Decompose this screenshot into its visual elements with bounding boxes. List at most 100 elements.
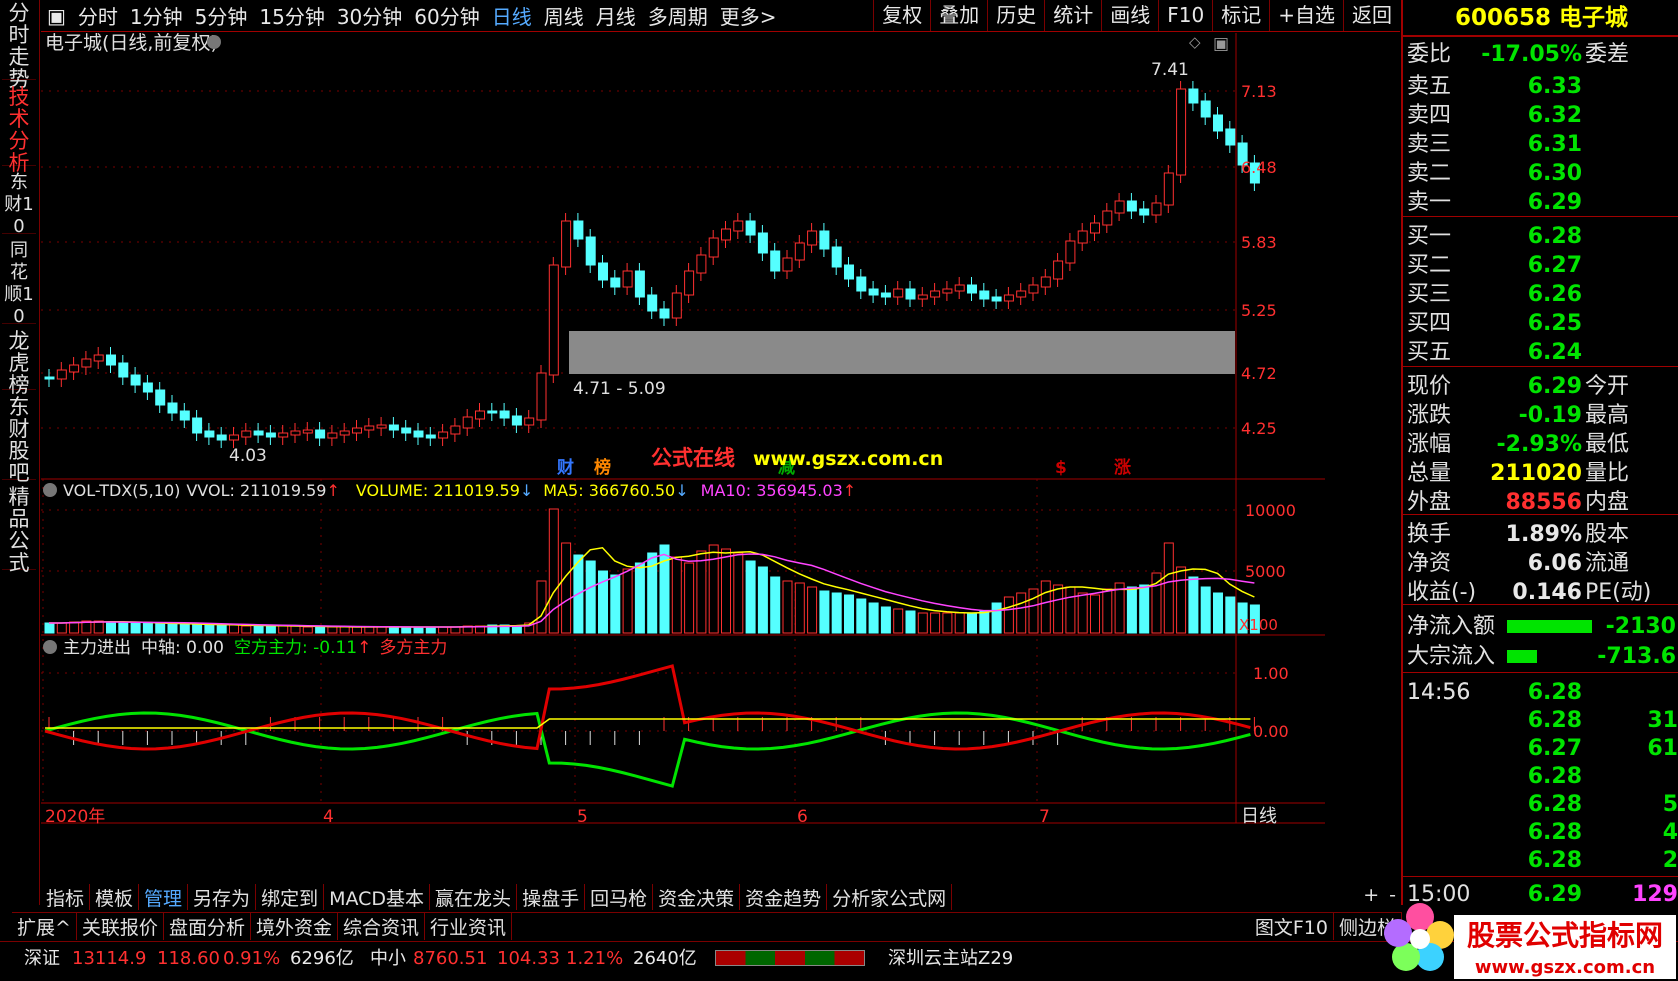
- period-tab-5[interactable]: 60分钟: [408, 1, 485, 30]
- toolbar-button-2[interactable]: 历史: [987, 0, 1044, 31]
- volume-bar: [880, 606, 891, 634]
- candle: [573, 220, 584, 240]
- indicator-tab-5[interactable]: MACD基本: [324, 884, 431, 910]
- period-tab-4[interactable]: 30分钟: [331, 1, 408, 30]
- volume-bar: [327, 626, 338, 634]
- volume-bar: [536, 580, 547, 634]
- tab-intraday[interactable]: 分时走势: [2, 2, 36, 90]
- indicator-tab-3[interactable]: 另存为: [188, 884, 257, 910]
- price-tick: 5.83: [1241, 233, 1277, 252]
- indicator-tab-1[interactable]: 模板: [90, 884, 140, 910]
- candle: [1040, 276, 1051, 288]
- ext-tab-4[interactable]: 综合资讯: [338, 913, 425, 940]
- volume-bar: [56, 622, 67, 634]
- candle: [278, 432, 289, 438]
- period-tab-7[interactable]: 周线: [538, 1, 590, 30]
- candle: [106, 354, 116, 366]
- volume-bar: [831, 592, 842, 634]
- candle: [118, 362, 129, 378]
- indicator-tab-11[interactable]: 分析家公式网: [827, 884, 953, 910]
- candle: [794, 242, 805, 261]
- volume-bar: [1126, 586, 1137, 634]
- volume-bar: [659, 544, 670, 634]
- toolbar-button-3[interactable]: 统计: [1044, 0, 1101, 31]
- toolbar-button-0[interactable]: 复权: [873, 0, 930, 31]
- tab-dongcai10[interactable]: 东财10: [2, 172, 36, 237]
- period-tab-10[interactable]: 更多>: [714, 1, 783, 30]
- ext-tab-2[interactable]: 盘面分析: [164, 913, 251, 940]
- period-tab-6[interactable]: 日线: [486, 1, 538, 30]
- toolbar-button-6[interactable]: 标记: [1212, 0, 1269, 31]
- candle: [893, 288, 904, 298]
- indicator-tab-8[interactable]: 回马枪: [585, 884, 654, 910]
- volume-bar: [388, 626, 399, 634]
- ext-tab-0[interactable]: 扩展^: [12, 913, 77, 940]
- price-tick: 5.25: [1241, 301, 1277, 320]
- volume-bar: [893, 608, 904, 634]
- volume-bar: [167, 623, 178, 634]
- period-tab-0[interactable]: 分时: [72, 1, 124, 30]
- candle: [302, 429, 313, 434]
- indicator-tab-4[interactable]: 绑定到: [256, 884, 325, 910]
- candle: [388, 424, 399, 431]
- candle: [401, 427, 412, 434]
- menu-square-icon[interactable]: ▣: [41, 4, 72, 28]
- candle: [167, 402, 178, 414]
- period-tab-3[interactable]: 15分钟: [253, 1, 330, 30]
- period-tab-2[interactable]: 5分钟: [189, 1, 254, 30]
- tab-tonghuashun10[interactable]: 同花顺10: [2, 240, 36, 327]
- volume-bar: [315, 626, 326, 634]
- wb-row: 委比 -17.05% 委差: [1407, 42, 1630, 67]
- ext-tab-3[interactable]: 境外资金: [251, 913, 338, 940]
- stat-row: 涨跌 -0.19 最高: [1407, 403, 1630, 428]
- ext-tab-1[interactable]: 关联报价: [77, 913, 164, 940]
- candle: [733, 220, 744, 232]
- indicator-tab-9[interactable]: 资金决策: [653, 884, 741, 910]
- tab-formula[interactable]: 精品公式: [2, 486, 36, 574]
- ext-right-0[interactable]: 图文F10: [1250, 913, 1334, 940]
- candle: [1090, 222, 1100, 234]
- volume-bar: [290, 625, 301, 634]
- multi-force-line: [44, 664, 1251, 751]
- volume-bar: [868, 602, 879, 634]
- toolbar-button-8[interactable]: 返回: [1343, 0, 1400, 31]
- candle: [475, 410, 485, 420]
- tick-row: 6.27 61: [1527, 736, 1678, 761]
- candle: [585, 236, 596, 266]
- volume-bar: [229, 624, 239, 634]
- candle: [880, 292, 891, 298]
- period-tab-8[interactable]: 月线: [590, 1, 642, 30]
- kline-chart[interactable]: 电子城(日线,前复权) 7.41 4.03 4.71 - 5.09 ◇ ▣ 财榜…: [41, 33, 1325, 938]
- volume-bar: [1188, 576, 1199, 634]
- candle: [438, 431, 449, 439]
- indicator-tab-6[interactable]: 赢在龙头: [430, 884, 518, 910]
- tab-technical[interactable]: 技术分析: [2, 86, 36, 174]
- period-tab-9[interactable]: 多周期: [642, 1, 714, 30]
- indicator-tab-7[interactable]: 操盘手: [517, 884, 586, 910]
- ask-row: 卖二 6.30: [1407, 161, 1582, 186]
- toolbar-button-1[interactable]: 叠加: [930, 0, 987, 31]
- indicator-tab-0[interactable]: 指标: [41, 884, 91, 910]
- indicator-tab-2[interactable]: 管理: [139, 884, 189, 910]
- volume-bar: [634, 562, 645, 634]
- price-tick: 4.25: [1241, 419, 1277, 438]
- toolbar-button-4[interactable]: 画线: [1101, 0, 1158, 31]
- volume-bar: [1040, 580, 1051, 634]
- title-dropdown-icon: [207, 35, 221, 49]
- candle: [155, 389, 166, 406]
- tab-longhubang[interactable]: 龙虎榜: [2, 330, 36, 396]
- left-tab-bar: 分时走势 技术分析 东财10 同花顺10 龙虎榜 东财股吧 精品公式: [0, 0, 40, 905]
- period-tab-1[interactable]: 1分钟: [124, 1, 189, 30]
- vol-tick: 10000: [1245, 501, 1296, 520]
- event-marker: 涨: [1114, 458, 1131, 478]
- x-tick: 5: [577, 807, 588, 827]
- tick-row: 6.28: [1527, 764, 1582, 789]
- candle: [142, 382, 153, 393]
- candle: [917, 294, 928, 300]
- toolbar-button-5[interactable]: F10: [1158, 0, 1212, 31]
- volume-bar: [1065, 586, 1076, 634]
- ext-tab-5[interactable]: 行业资讯: [425, 913, 512, 940]
- indicator-tab-10[interactable]: 资金趋势: [740, 884, 828, 910]
- tab-guba[interactable]: 东财股吧: [2, 396, 36, 484]
- toolbar-button-7[interactable]: +自选: [1269, 0, 1343, 31]
